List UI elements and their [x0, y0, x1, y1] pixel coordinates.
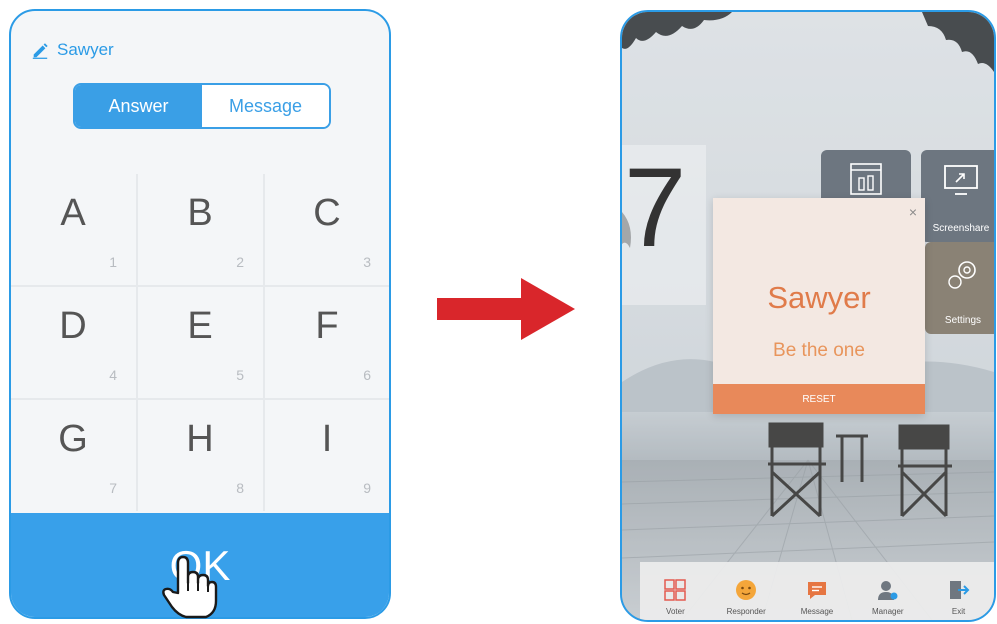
key-c[interactable]: C 3	[265, 174, 389, 284]
tablet-result-screen: 7 Screenshare Settings × Sawyer Be the o…	[620, 10, 996, 622]
grid-divider	[136, 174, 138, 511]
key-d[interactable]: D 4	[11, 287, 135, 397]
key-number: 6	[363, 367, 371, 383]
key-letter: C	[313, 192, 341, 234]
red-arrow-icon	[437, 278, 575, 340]
key-b[interactable]: B 2	[138, 174, 262, 284]
key-number: 5	[236, 367, 244, 383]
key-number: 7	[109, 480, 117, 496]
dock-exit[interactable]: Exit	[923, 562, 994, 620]
bottom-dock: Voter Responder Message Manager Exit	[640, 562, 994, 620]
big-number: 7	[624, 145, 687, 270]
dock-manager[interactable]: Manager	[852, 562, 923, 620]
key-letter: A	[60, 192, 86, 234]
user-name: Sawyer	[57, 40, 114, 59]
key-i[interactable]: I 9	[265, 400, 389, 510]
tab-answer[interactable]: Answer	[75, 85, 202, 127]
tap-hand-icon	[162, 555, 218, 619]
key-h[interactable]: H 8	[138, 400, 262, 510]
answer-keypad: A 1 B 2 C 3 D 4 E 5 F 6 G 7 H 8 I 9	[11, 174, 389, 511]
tab-message[interactable]: Message	[202, 85, 329, 127]
dock-label: Voter	[666, 607, 685, 616]
key-number: 4	[109, 367, 117, 383]
key-letter: D	[59, 305, 87, 347]
user-name-row[interactable]: Sawyer	[31, 39, 114, 61]
key-a[interactable]: A 1	[11, 174, 135, 284]
dock-label: Message	[800, 607, 834, 616]
responder-face-icon	[736, 580, 757, 600]
screenshare-tile[interactable]: Screenshare	[921, 150, 994, 242]
key-letter: B	[187, 192, 213, 234]
dock-label: Responder	[726, 607, 766, 616]
key-letter: G	[58, 418, 88, 460]
key-letter: E	[187, 305, 213, 347]
dock-voter[interactable]: Voter	[640, 562, 711, 620]
message-icon	[807, 582, 826, 599]
key-f[interactable]: F 6	[265, 287, 389, 397]
dock-label: Exit	[951, 607, 966, 616]
paint-tools-icon	[850, 163, 882, 195]
reset-button[interactable]: RESET	[713, 384, 925, 414]
key-e[interactable]: E 5	[138, 287, 262, 397]
voter-abcd-icon	[664, 579, 687, 601]
mode-segmented-control: Answer Message	[73, 83, 331, 129]
dock-message[interactable]: Message	[782, 562, 853, 620]
key-number: 3	[363, 254, 371, 270]
settings-tile[interactable]: Settings	[925, 242, 994, 334]
key-number: 2	[236, 254, 244, 270]
responder-result-popup: × Sawyer Be the one RESET	[713, 198, 925, 414]
phone-answer-screen: Sawyer Answer Message A 1 B 2 C 3 D 4 E …	[9, 9, 391, 619]
settings-label: Settings	[944, 315, 982, 326]
grid-divider	[263, 174, 265, 511]
key-letter: I	[321, 418, 333, 460]
grid-divider	[11, 285, 389, 287]
screenshare-icon	[944, 165, 978, 195]
pencil-icon	[32, 43, 48, 59]
key-number: 1	[109, 254, 117, 270]
settings-gear-icon	[948, 261, 976, 289]
key-letter: H	[186, 418, 214, 460]
responder-name: Sawyer	[767, 280, 871, 315]
close-icon[interactable]: ×	[909, 204, 917, 220]
key-letter: F	[315, 305, 339, 347]
manager-icon	[877, 581, 898, 600]
dock-responder[interactable]: Responder	[711, 562, 782, 620]
responder-motto: Be the one	[773, 340, 865, 361]
grid-divider	[11, 398, 389, 400]
dock-label: Manager	[872, 607, 904, 616]
key-g[interactable]: G 7	[11, 400, 135, 510]
key-number: 8	[236, 480, 244, 496]
key-number: 9	[363, 480, 371, 496]
screenshare-label: Screenshare	[932, 223, 990, 234]
exit-icon	[949, 581, 969, 599]
